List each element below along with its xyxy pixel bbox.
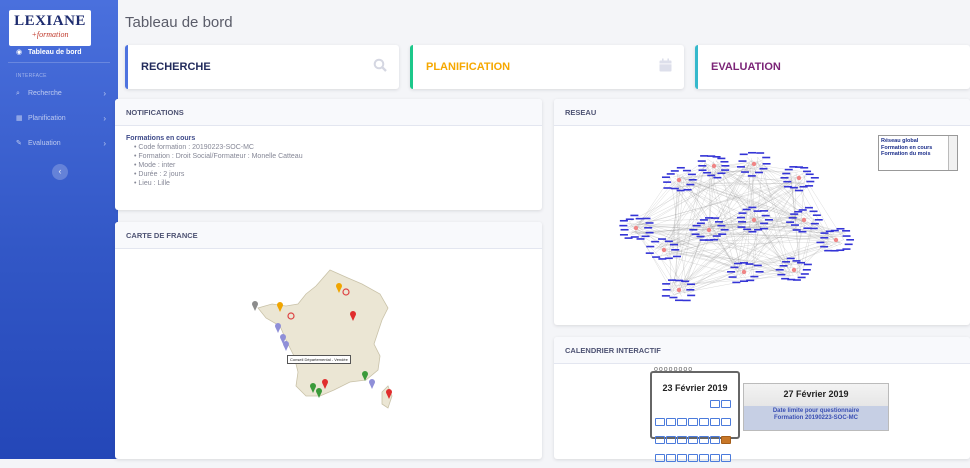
calendar-day[interactable] [710,436,720,444]
notification-line: Mode : inter [134,161,531,170]
network-cluster [646,238,681,259]
brand-logo-text: LEXIANE [9,13,91,30]
calendar-day[interactable] [710,400,720,408]
map-tooltip: Conseil Départemental - Vendée [287,355,351,364]
calendar-day[interactable] [666,436,676,444]
calendar-icon [659,58,672,72]
calendar-day[interactable] [666,418,676,426]
calendar-rings: oooooooo [654,366,736,374]
map-marker [283,341,289,351]
legend-option[interactable]: Formation du mois [881,151,955,158]
calendar-day[interactable] [721,418,731,426]
deadline-line: Date limite pour questionnaire [744,408,888,415]
chevron-left-icon: ‹ [59,166,62,176]
calendar-date: 23 Février 2019 [652,383,738,393]
calendar-day[interactable] [688,418,698,426]
sidebar-item-evaluation[interactable]: ✎ Evaluation › [0,134,118,154]
card-label: EVALUATION [711,61,781,73]
sidebar-item-planification[interactable]: ▦ Planification › [0,109,118,129]
network-cluster [619,215,653,240]
calendar-day[interactable] [688,400,698,408]
recherche-card[interactable]: RECHERCHE [125,45,399,89]
panel-header: CALENDRIER INTERACTIF [554,337,970,364]
page-title: Tableau de bord [125,14,233,31]
card-label: PLANIFICATION [426,61,510,73]
deadline-card[interactable]: 27 Février 2019 Date limite pour questio… [743,383,889,431]
network-cluster [727,262,764,283]
notification-line: Formation : Droit Social/Formateur : Mon… [134,152,531,161]
calendar-day[interactable] [677,454,687,462]
notification-line: Durée : 2 jours [134,170,531,179]
sidebar-toggle-button[interactable]: ‹ [52,164,68,180]
calendar-day[interactable] [721,400,731,408]
calendar-day[interactable] [677,436,687,444]
sidebar-item-label: Tableau de bord [28,49,82,56]
network-legend-select[interactable]: Réseau global Formation en cours Formati… [878,135,958,171]
panel-header: RESEAU [554,99,970,126]
chevron-right-icon: › [103,84,106,104]
brand-logo[interactable]: LEXIANE +formation [9,10,91,46]
search-icon [373,58,387,72]
calendar-day[interactable] [666,400,676,408]
chevron-right-icon: › [103,134,106,154]
sidebar-item-dashboard[interactable]: ◉ Tableau de bord [0,43,118,63]
panel-header: NOTIFICATIONS [115,99,542,126]
map-marker [252,301,258,311]
notification-line: Lieu : Lille [134,179,531,188]
notification-title: Formations en cours [126,134,531,143]
calendar-day[interactable] [655,454,665,462]
pencil-icon: ✎ [16,134,26,154]
network-graph[interactable] [604,140,854,305]
calendar-day[interactable] [655,400,665,408]
deadline-line: Formation 20190223-SOC-MC [744,415,888,422]
deadline-text: Date limite pour questionnaire Formation… [744,406,888,430]
deadline-date: 27 Février 2019 [744,389,888,399]
brand-logo-subtext: +formation [9,30,91,39]
calendar-day[interactable] [699,436,709,444]
calendar-grid[interactable] [655,396,735,468]
sidebar-heading: INTERFACE [16,73,47,79]
map-marker [275,323,281,333]
planification-card[interactable]: PLANIFICATION [410,45,684,89]
calendar-day[interactable] [710,454,720,462]
calendar-day[interactable] [688,454,698,462]
dashboard-icon: ◉ [16,43,26,63]
calendar-day[interactable] [688,436,698,444]
notifications-panel: NOTIFICATIONS Formations en cours Code f… [115,99,542,210]
calendar-day[interactable] [721,454,731,462]
sidebar-item-label: Planification [28,115,66,122]
france-map[interactable] [250,264,410,424]
notification-line: Code formation : 20190223-SOC-MC [134,143,531,152]
sidebar: LEXIANE +formation ◉ Tableau de bord INT… [0,0,118,459]
network-cluster [776,258,812,281]
calendar-day[interactable] [699,454,709,462]
sidebar-item-label: Evaluation [28,140,61,147]
sidebar-item-label: Recherche [28,90,62,97]
legend-scrollbar[interactable] [948,136,957,170]
calendar-day-selected[interactable] [721,436,731,444]
map-marker [369,379,375,389]
search-icon: ⌕ [16,84,26,104]
table-icon: ▦ [16,109,26,129]
calendar-widget[interactable]: oooooooo 23 Février 2019 [650,371,740,439]
map-marker [316,388,322,398]
chevron-right-icon: › [103,109,106,129]
calendar-day[interactable] [666,454,676,462]
sidebar-item-recherche[interactable]: ⌕ Recherche › [0,84,118,104]
calendar-day[interactable] [699,400,709,408]
calendar-day[interactable] [677,400,687,408]
calendar-day[interactable] [710,418,720,426]
card-label: RECHERCHE [141,61,211,73]
evaluation-card[interactable]: EVALUATION [695,45,970,89]
panel-header: CARTE DE FRANCE [115,222,542,249]
calendar-day[interactable] [655,418,665,426]
calendar-day[interactable] [677,418,687,426]
calendar-day[interactable] [699,418,709,426]
calendar-day[interactable] [655,436,665,444]
